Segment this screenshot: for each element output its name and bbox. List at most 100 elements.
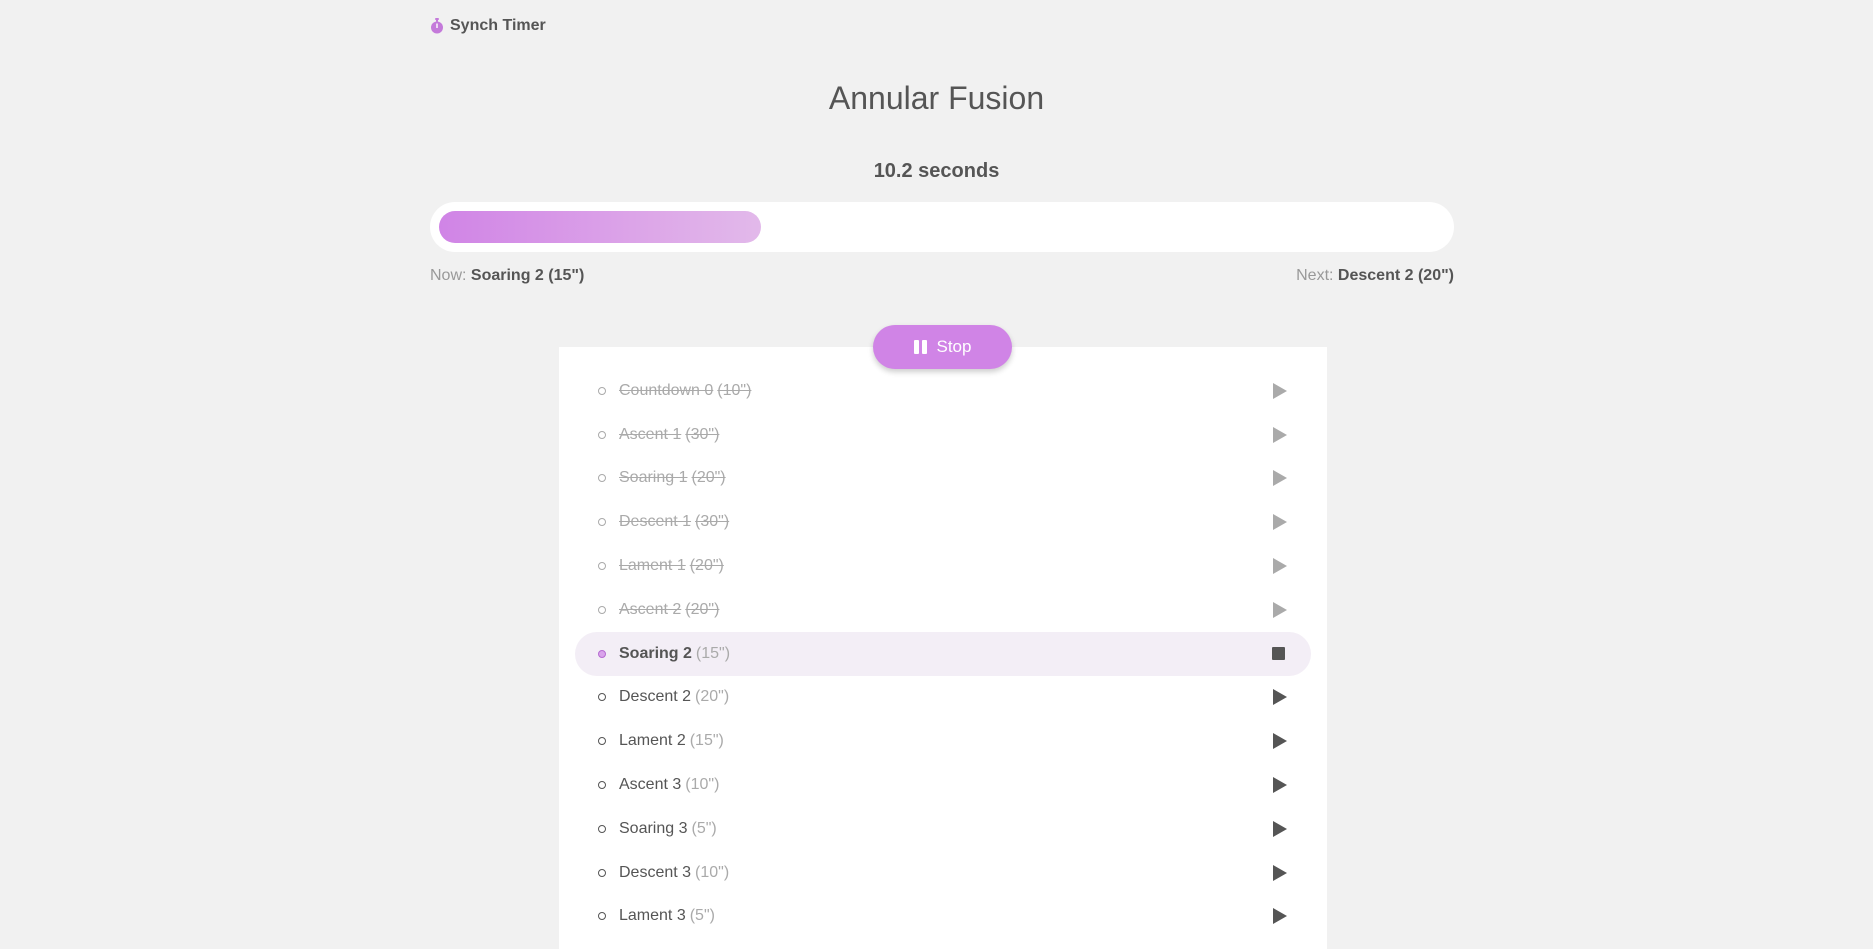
- step-name: Lament 2: [619, 732, 686, 750]
- bullet-icon: [598, 430, 606, 439]
- step-name: Ascent 1: [619, 425, 682, 443]
- step-duration: (20"): [691, 469, 726, 487]
- bullet-icon: [598, 649, 606, 658]
- play-icon: [1272, 820, 1287, 837]
- step-row[interactable]: Ascent 1 (30"): [575, 413, 1311, 457]
- step-label: Lament 1 (20"): [619, 557, 724, 575]
- step-name: Lament 3: [619, 907, 686, 925]
- step-label: Descent 1 (30"): [619, 513, 729, 531]
- step-row-active[interactable]: Soaring 2 (15"): [575, 631, 1311, 676]
- step-label: Soaring 2 (15"): [619, 645, 730, 663]
- step-list: Countdown 0 (10") Ascent 1 (30") Soaring 1 (2…: [575, 369, 1311, 938]
- play-step-button[interactable]: [1269, 557, 1287, 575]
- play-step-button[interactable]: [1269, 864, 1287, 882]
- play-icon: [1272, 733, 1287, 750]
- next-prefix: Next:: [1296, 267, 1334, 284]
- step-name: Ascent 2: [619, 600, 682, 618]
- play-step-button[interactable]: [1269, 688, 1287, 706]
- play-step-button[interactable]: [1269, 732, 1287, 750]
- elapsed-seconds: 10.2 seconds: [873, 160, 1000, 182]
- step-name: Descent 3: [619, 863, 692, 881]
- play-step-button[interactable]: [1269, 907, 1287, 925]
- bullet-icon: [598, 781, 606, 790]
- play-step-button[interactable]: [1269, 820, 1287, 838]
- stopwatch-icon: [430, 18, 444, 34]
- step-name: Ascent 3: [619, 776, 682, 794]
- pause-icon: [913, 340, 927, 354]
- step-duration: (20"): [689, 557, 724, 575]
- play-icon: [1272, 514, 1287, 531]
- step-label: Ascent 1 (30"): [619, 426, 719, 444]
- step-row[interactable]: Ascent 3 (10"): [575, 763, 1311, 807]
- step-label: Lament 2 (15"): [619, 732, 724, 750]
- bullet-icon: [598, 562, 606, 571]
- step-duration: (5"): [691, 819, 717, 837]
- play-icon: [1272, 426, 1287, 443]
- step-row[interactable]: Descent 1 (30"): [575, 500, 1311, 544]
- steps-panel: Countdown 0 (10") Ascent 1 (30") Soaring 1 (2…: [559, 347, 1327, 949]
- progress-bar: [430, 202, 1454, 252]
- next-indicator: Next: Descent 2 (20"): [1296, 267, 1454, 285]
- step-row[interactable]: Lament 3 (5"): [575, 895, 1311, 939]
- stop-button[interactable]: Stop: [873, 325, 1012, 369]
- step-name: Descent 2: [619, 688, 692, 706]
- play-icon: [1272, 601, 1287, 618]
- now-value: Soaring 2 (15"): [470, 267, 585, 284]
- bullet-icon: [598, 518, 606, 527]
- step-name: Soaring 3: [619, 819, 688, 837]
- app-page: Synch Timer Annular Fusion 10.2 seconds …: [0, 0, 1873, 949]
- step-label: Ascent 2 (20"): [619, 601, 719, 619]
- step-duration: (10"): [695, 863, 730, 881]
- play-step-button[interactable]: [1269, 513, 1287, 531]
- step-name: Soaring 2: [619, 644, 692, 662]
- step-name: Descent 1: [619, 513, 692, 531]
- step-row[interactable]: Soaring 1 (20"): [575, 457, 1311, 501]
- step-label: Descent 2 (20"): [619, 688, 729, 706]
- routine-title: Annular Fusion: [828, 80, 1045, 116]
- stop-step-button[interactable]: [1269, 645, 1287, 663]
- play-icon: [1272, 908, 1287, 925]
- step-row[interactable]: Descent 2 (20"): [575, 676, 1311, 720]
- play-icon: [1272, 689, 1287, 706]
- play-step-button[interactable]: [1269, 426, 1287, 444]
- step-duration: (30"): [685, 425, 720, 443]
- step-row[interactable]: Countdown 0 (10"): [575, 369, 1311, 413]
- step-duration: (10"): [685, 776, 720, 794]
- step-duration: (20"): [685, 600, 720, 618]
- step-name: Countdown 0: [619, 381, 714, 399]
- play-step-button[interactable]: [1269, 776, 1287, 794]
- step-label: Lament 3 (5"): [619, 907, 715, 925]
- now-indicator: Now: Soaring 2 (15"): [430, 267, 584, 285]
- play-step-button[interactable]: [1269, 382, 1287, 400]
- step-label: Ascent 3 (10"): [619, 776, 719, 794]
- step-label: Descent 3 (10"): [619, 864, 729, 882]
- stop-button-label: Stop: [936, 337, 972, 356]
- play-step-button[interactable]: [1269, 469, 1287, 487]
- step-duration: (15"): [695, 644, 731, 662]
- step-duration: (30"): [695, 513, 730, 531]
- bullet-icon: [598, 912, 606, 921]
- step-name: Soaring 1: [619, 469, 688, 487]
- step-row[interactable]: Lament 2 (15"): [575, 719, 1311, 763]
- bullet-icon: [598, 693, 606, 702]
- play-step-button[interactable]: [1269, 601, 1287, 619]
- bullet-icon: [598, 868, 606, 877]
- step-duration: (15"): [689, 732, 724, 750]
- app-brand[interactable]: Synch Timer: [430, 17, 546, 35]
- step-duration: (5"): [689, 907, 715, 925]
- bullet-icon: [598, 605, 606, 614]
- step-row[interactable]: Ascent 2 (20"): [575, 588, 1311, 632]
- next-value: Descent 2 (20"): [1337, 267, 1454, 284]
- step-row[interactable]: Lament 1 (20"): [575, 544, 1311, 588]
- step-row[interactable]: Descent 3 (10"): [575, 851, 1311, 895]
- play-icon: [1272, 864, 1287, 881]
- step-name: Lament 1: [619, 557, 686, 575]
- bullet-icon: [598, 737, 606, 746]
- play-icon: [1272, 382, 1287, 399]
- app-name: Synch Timer: [450, 17, 546, 34]
- bullet-icon: [598, 824, 606, 833]
- step-row[interactable]: Soaring 3 (5"): [575, 807, 1311, 851]
- bullet-icon: [598, 386, 606, 395]
- stop-icon: [1271, 647, 1285, 661]
- now-prefix: Now:: [430, 267, 467, 284]
